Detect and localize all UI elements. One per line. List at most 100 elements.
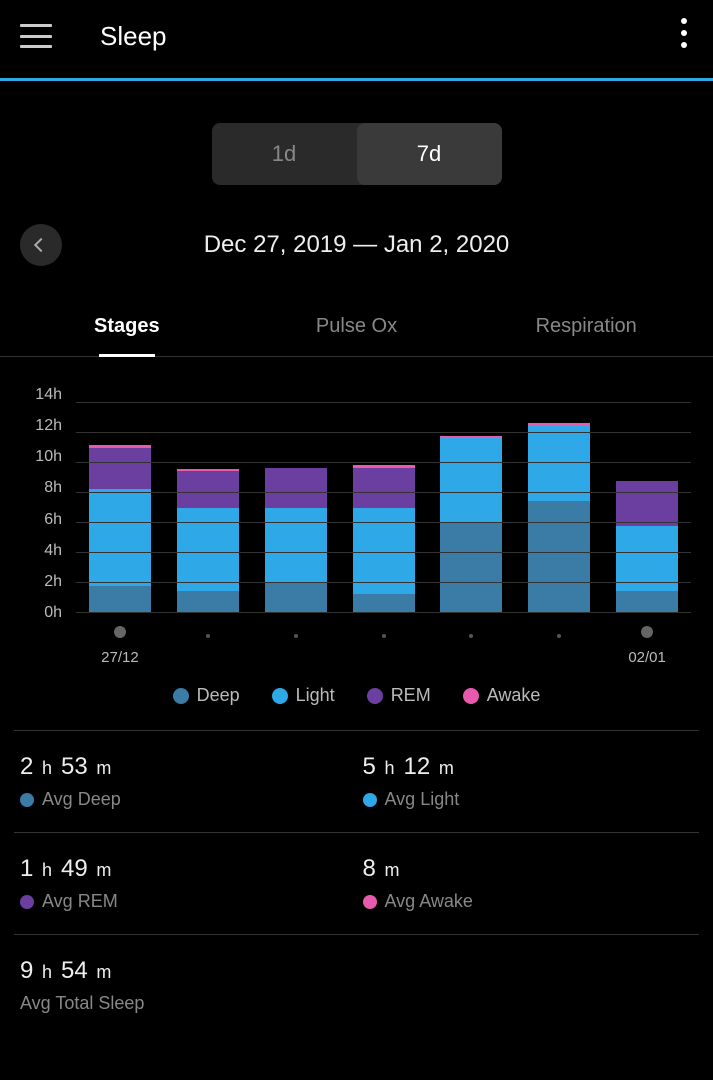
more-options-icon[interactable] bbox=[681, 18, 687, 48]
chart-x-axis: 27/12 02/01 bbox=[76, 625, 691, 667]
x-tick bbox=[252, 625, 340, 667]
stat-label-row: Avg Light bbox=[363, 789, 694, 810]
bar-segment-light bbox=[353, 508, 415, 594]
stat-cell: 2 h 53 m Avg Deep bbox=[14, 731, 357, 832]
stats-row: 9 h 54 m Avg Total Sleep bbox=[14, 934, 699, 1036]
x-tick-label bbox=[164, 649, 252, 667]
gridline bbox=[76, 492, 691, 493]
legend-label: REM bbox=[391, 685, 431, 706]
bar-segment-light bbox=[616, 526, 678, 591]
stacked-bar[interactable] bbox=[353, 465, 415, 614]
stacked-bar[interactable] bbox=[528, 423, 590, 614]
gridline bbox=[76, 552, 691, 553]
x-tick-label bbox=[252, 649, 340, 667]
bar-segment-rem bbox=[616, 481, 678, 526]
x-tick-label: 02/01 bbox=[603, 649, 691, 667]
sleep-stages-chart: 14h12h10h8h6h4h2h0h bbox=[22, 403, 691, 613]
page-title: Sleep bbox=[100, 21, 167, 52]
legend-swatch-icon bbox=[463, 688, 479, 704]
x-tick-label bbox=[515, 649, 603, 667]
stat-value: 5 h 12 m bbox=[363, 753, 694, 781]
stacked-bar[interactable] bbox=[265, 468, 327, 614]
x-tick-label: 27/12 bbox=[76, 649, 164, 667]
legend-item-light: Light bbox=[272, 685, 335, 706]
stacked-bar[interactable] bbox=[89, 445, 151, 613]
legend-label: Deep bbox=[197, 685, 240, 706]
bar-segment-deep bbox=[440, 523, 502, 613]
gridline bbox=[76, 522, 691, 523]
time-range-toggle: 1d7d bbox=[0, 123, 713, 185]
bar-segment-rem bbox=[265, 468, 327, 509]
x-tick-dot-icon bbox=[469, 634, 473, 638]
stat-cell: 8 m Avg Awake bbox=[357, 833, 700, 934]
stat-label-row: Avg Deep bbox=[20, 789, 351, 810]
range-option-1d[interactable]: 1d bbox=[212, 123, 357, 185]
stat-label: Avg Deep bbox=[42, 789, 121, 810]
legend-swatch-icon bbox=[272, 688, 288, 704]
bar-segment-light bbox=[89, 489, 151, 587]
gridline bbox=[76, 612, 691, 613]
bar-segment-deep bbox=[353, 594, 415, 614]
x-tick-label bbox=[340, 649, 428, 667]
gridline bbox=[76, 432, 691, 433]
bar-segment-light bbox=[440, 438, 502, 524]
gridline bbox=[76, 462, 691, 463]
stat-value: 2 h 53 m bbox=[20, 753, 351, 781]
legend-label: Light bbox=[296, 685, 335, 706]
x-tick-label bbox=[427, 649, 515, 667]
stat-cell: 1 h 49 m Avg REM bbox=[14, 833, 357, 934]
stacked-bar[interactable] bbox=[177, 469, 239, 613]
tab-pulse-ox[interactable]: Pulse Ox bbox=[242, 315, 472, 356]
stat-swatch-icon bbox=[20, 895, 34, 909]
stacked-bar[interactable] bbox=[616, 481, 678, 613]
section-tabs: StagesPulse OxRespiration bbox=[0, 315, 713, 357]
stat-label-row: Avg Total Sleep bbox=[20, 993, 351, 1014]
bar-segment-deep bbox=[177, 591, 239, 614]
stat-label: Avg Awake bbox=[385, 891, 473, 912]
legend-swatch-icon bbox=[173, 688, 189, 704]
stat-swatch-icon bbox=[363, 793, 377, 807]
stat-label-row: Avg Awake bbox=[363, 891, 694, 912]
bar-segment-rem bbox=[177, 471, 239, 509]
legend-item-rem: REM bbox=[367, 685, 431, 706]
x-tick bbox=[340, 625, 428, 667]
gridline bbox=[76, 402, 691, 403]
stat-value: 1 h 49 m bbox=[20, 855, 351, 883]
bar-segment-light bbox=[528, 426, 590, 501]
bar-segment-deep bbox=[616, 591, 678, 614]
range-option-7d[interactable]: 7d bbox=[357, 123, 502, 185]
bar-segment-deep bbox=[265, 583, 327, 613]
stat-label-row: Avg REM bbox=[20, 891, 351, 912]
legend-swatch-icon bbox=[367, 688, 383, 704]
stat-cell: 9 h 54 m Avg Total Sleep bbox=[14, 935, 357, 1036]
stat-value: 9 h 54 m bbox=[20, 957, 351, 985]
stats-row: 2 h 53 m Avg Deep5 h 12 m Avg Light bbox=[14, 730, 699, 832]
stat-cell bbox=[357, 935, 700, 1036]
legend-item-deep: Deep bbox=[173, 685, 240, 706]
x-tick-dot-icon bbox=[206, 634, 210, 638]
bar-segment-light bbox=[177, 508, 239, 591]
bar-segment-rem bbox=[353, 468, 415, 509]
stat-swatch-icon bbox=[20, 793, 34, 807]
menu-icon[interactable] bbox=[20, 24, 52, 48]
tab-respiration[interactable]: Respiration bbox=[471, 315, 701, 356]
sleep-averages: 2 h 53 m Avg Deep5 h 12 m Avg Light1 h 4… bbox=[14, 730, 699, 1036]
tab-stages[interactable]: Stages bbox=[12, 315, 242, 356]
x-tick: 27/12 bbox=[76, 625, 164, 667]
x-tick bbox=[515, 625, 603, 667]
gridline bbox=[76, 582, 691, 583]
stat-value: 8 m bbox=[363, 855, 694, 883]
x-tick-dot-icon bbox=[114, 626, 126, 638]
chart-legend: DeepLightREMAwake bbox=[0, 685, 713, 706]
stat-label: Avg Total Sleep bbox=[20, 993, 144, 1014]
x-tick bbox=[164, 625, 252, 667]
date-range-row: Dec 27, 2019 — Jan 2, 2020 bbox=[20, 231, 693, 259]
header-accent bbox=[0, 78, 713, 81]
x-tick-dot-icon bbox=[557, 634, 561, 638]
x-tick-dot-icon bbox=[382, 634, 386, 638]
x-tick bbox=[427, 625, 515, 667]
previous-range-button[interactable] bbox=[20, 224, 62, 266]
chevron-left-icon bbox=[34, 238, 48, 252]
stat-cell: 5 h 12 m Avg Light bbox=[357, 731, 700, 832]
stat-label: Avg Light bbox=[385, 789, 460, 810]
